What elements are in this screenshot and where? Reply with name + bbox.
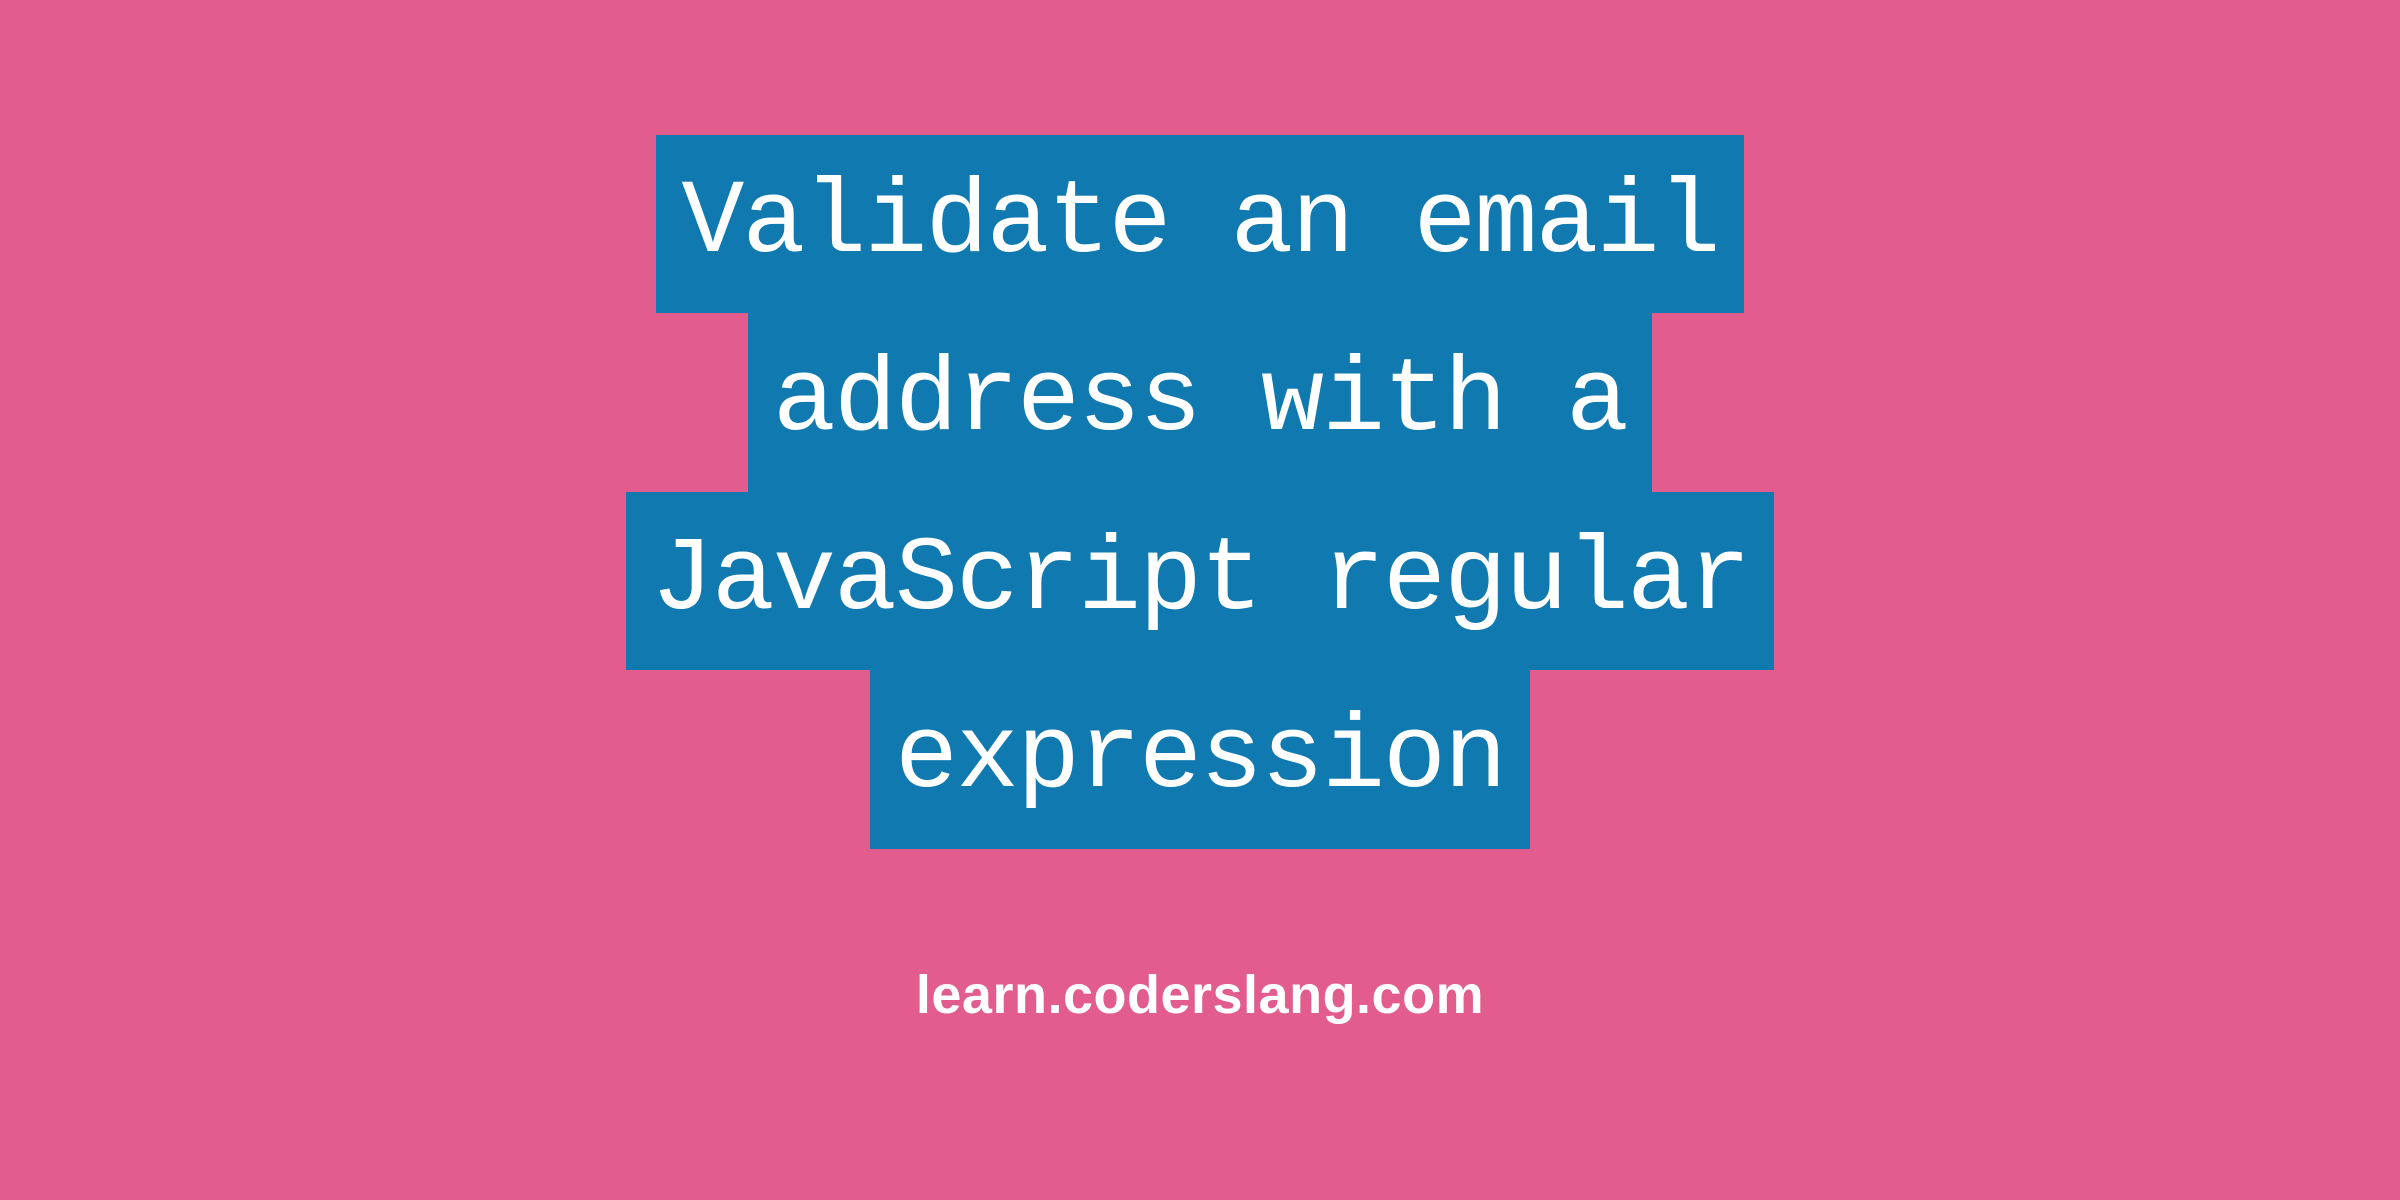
footer-url: learn.coderslang.com [916, 964, 1484, 1026]
title-line-2: address with a [748, 313, 1652, 492]
title-block: Validate an email address with a JavaScr… [626, 135, 1774, 849]
title-line-3: JavaScript regular [626, 492, 1774, 671]
title-line-1: Validate an email [656, 135, 1743, 314]
title-line-4: expression [870, 670, 1530, 849]
